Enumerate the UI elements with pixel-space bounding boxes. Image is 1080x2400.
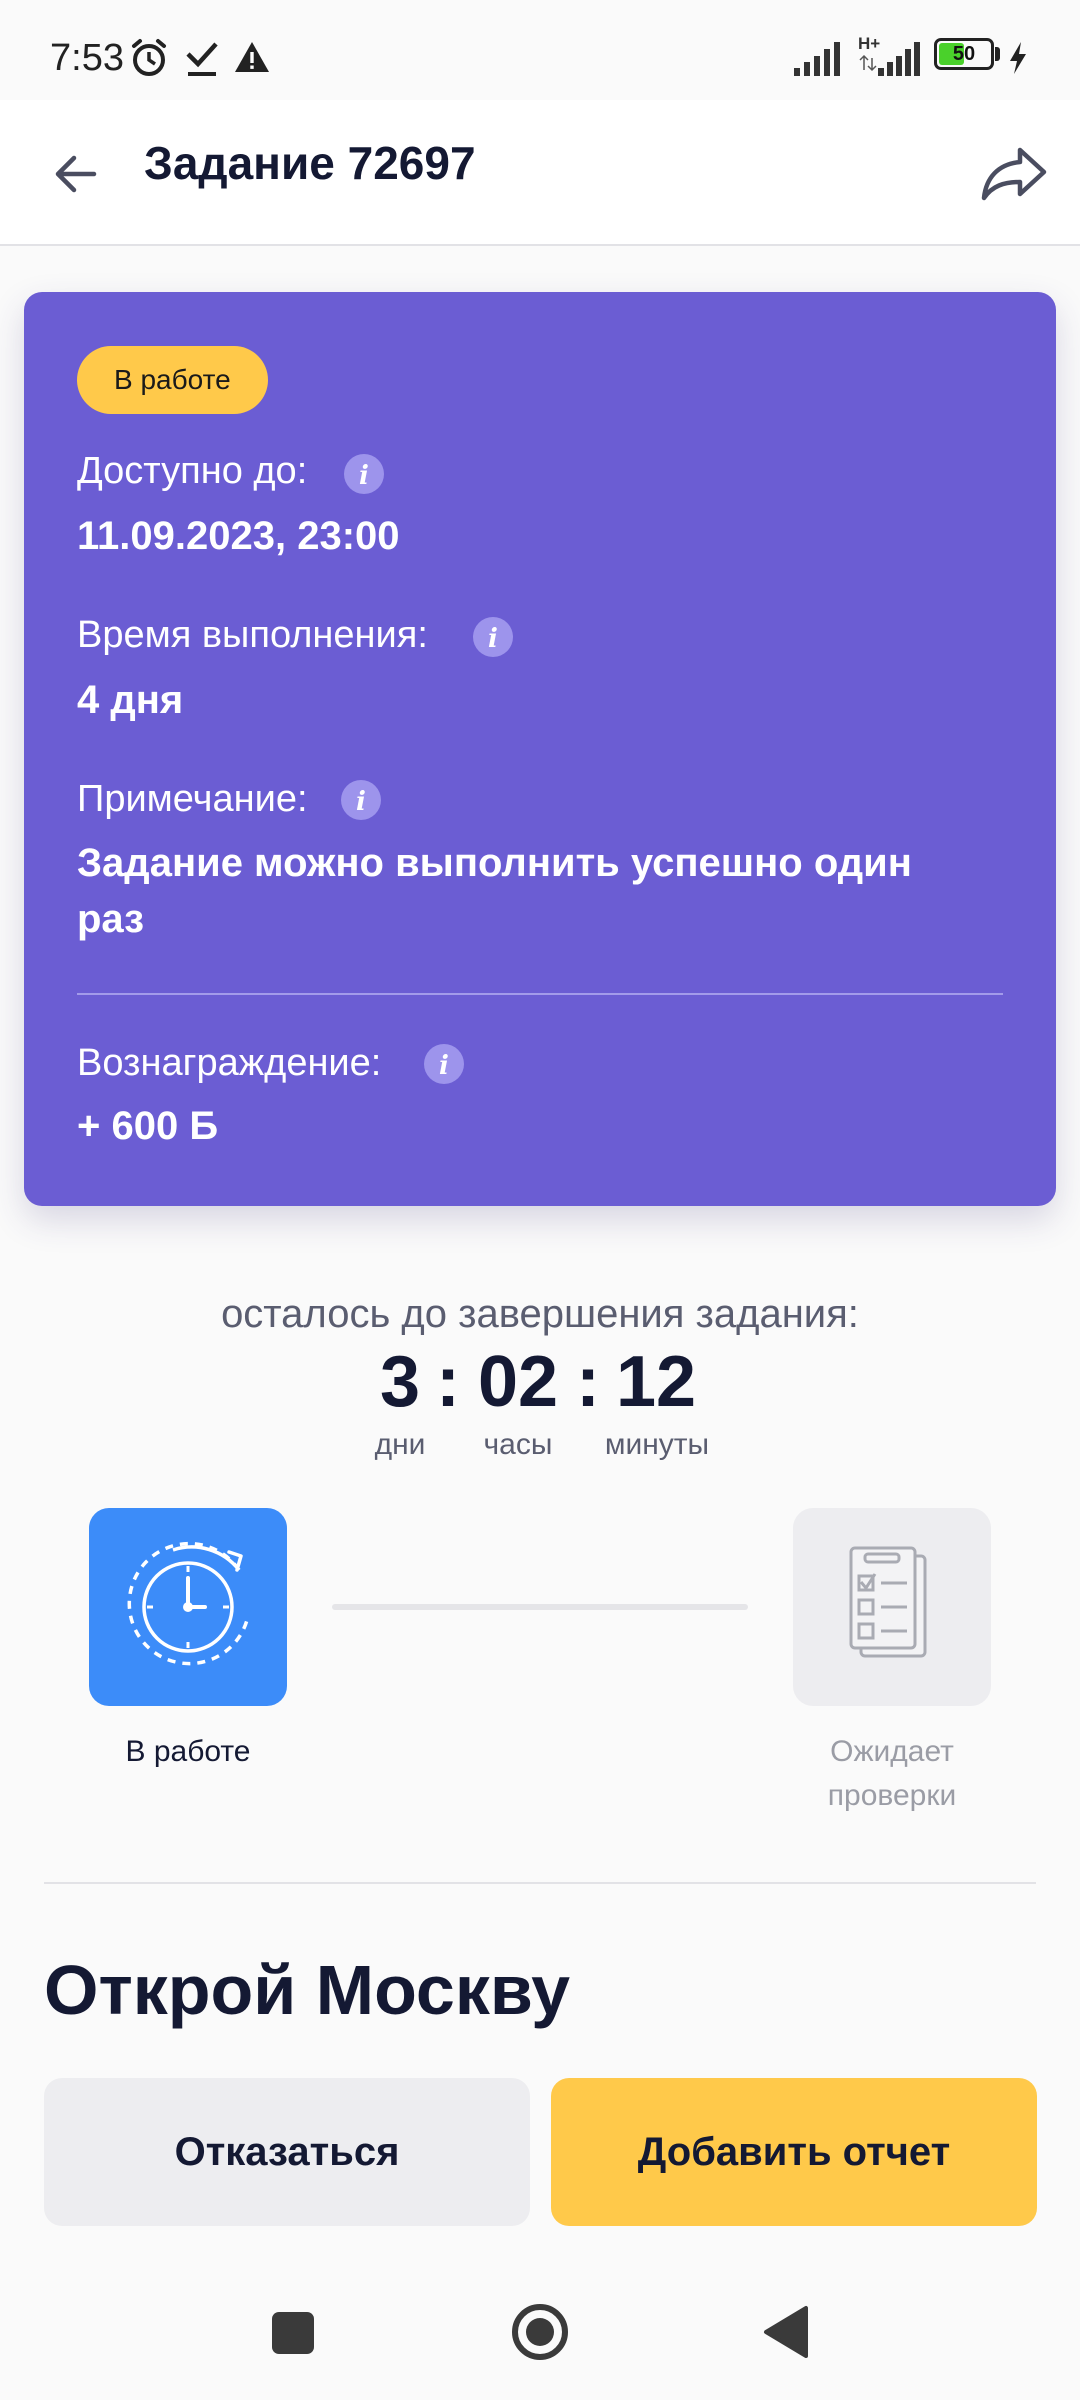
step-in-progress [89,1508,287,1706]
reward-value: + 600 Б [77,1104,219,1148]
card-divider [77,993,1003,995]
info-icon[interactable]: i [424,1044,464,1084]
countdown-minutes-label: минуты [604,1428,710,1461]
signal-icon [859,42,920,76]
step-in-progress-label: В работе [125,1735,251,1768]
svg-text:i: i [439,1051,449,1081]
share-icon[interactable] [978,140,1050,204]
countdown-hours-label: часы [483,1428,553,1461]
available-until-label: Доступно до: [77,450,308,492]
alarm-icon [132,39,166,76]
countdown-caption: осталось до завершения задания: [221,1292,859,1336]
section-divider [44,1882,1036,1884]
task-title: Открой Москву [44,1951,571,2029]
back-arrow-icon[interactable] [50,146,106,202]
duration-label: Время выполнения: [77,614,428,656]
step-awaiting-review-label-line2: проверки [827,1779,957,1812]
duration-value: 4 дня [77,678,184,722]
checklist-icon [849,1546,927,1658]
recents-square-icon[interactable] [268,2308,318,2358]
status-badge: В работе [77,346,268,414]
check-icon [186,42,218,76]
step-awaiting-review [793,1508,991,1706]
stepper-connector [332,1604,748,1610]
clock-refresh-icon [127,1541,249,1666]
svg-text:i: i [359,461,369,491]
warning-icon [235,42,269,72]
note-value-line2: раз [77,897,145,941]
countdown-hours: 02 [478,1342,559,1422]
countdown-separator: : [436,1342,460,1422]
decline-button[interactable]: Отказаться [44,2078,530,2226]
available-until-value: 11.09.2023, 23:00 [77,514,400,558]
home-circle-icon[interactable] [508,2300,572,2364]
countdown-days: 3 [380,1342,421,1422]
step-awaiting-review-label-line1: Ожидает [830,1735,954,1768]
page-title: Задание 72697 [144,137,476,189]
note-label: Примечание: [77,778,308,820]
countdown-separator: : [576,1342,600,1422]
countdown-days-label: дни [374,1428,426,1461]
battery-indicator: 50 [934,38,994,70]
info-icon[interactable]: i [341,780,381,820]
add-report-button[interactable]: Добавить отчет [551,2078,1037,2226]
back-triangle-icon[interactable] [760,2304,812,2360]
note-value-line1: Задание можно выполнить успешно один [77,841,912,885]
countdown-minutes: 12 [616,1342,697,1422]
battery-cap [995,47,1000,61]
info-icon[interactable]: i [344,454,384,494]
charging-icon [1010,42,1026,74]
status-time: 7:53 [50,37,124,79]
reward-label: Вознаграждение: [77,1042,382,1084]
signal-icon [794,42,840,76]
info-icon[interactable]: i [473,617,513,657]
svg-text:i: i [488,624,498,654]
svg-text:i: i [356,787,366,817]
battery-level: 50 [952,43,976,65]
